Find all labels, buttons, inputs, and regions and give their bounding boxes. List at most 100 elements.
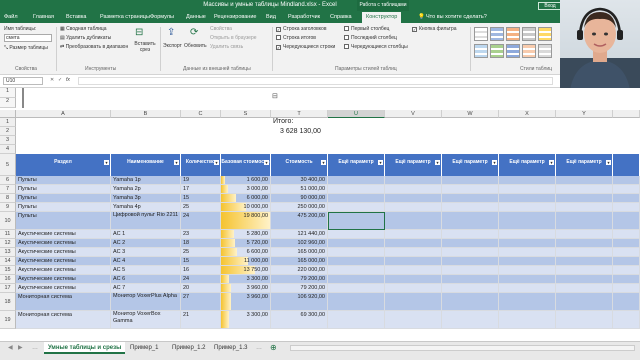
cell-section[interactable]: Пульты [16,185,111,194]
cell-name[interactable]: Цифровой пульт Rio 2211 [111,212,181,230]
cell-param[interactable] [556,194,613,203]
cell-param[interactable] [499,266,556,275]
cell-param[interactable] [385,284,442,293]
header-base-cost[interactable]: Базовая стоимость ▾ [221,154,271,176]
formula-input[interactable] [78,77,553,85]
cell-cost[interactable]: 30 400,00 [271,176,328,185]
cell-name[interactable]: AC 5 [111,266,181,275]
tell-me-icon[interactable]: 💡 [418,14,425,20]
filter-dropdown-icon[interactable]: ▾ [378,160,383,165]
row-header[interactable]: 18 [0,293,16,311]
sheet-tab-smart-tables[interactable]: Умные таблицы и срезы [44,342,126,354]
row-header[interactable]: 3 [0,136,16,145]
cell-name[interactable]: Yamaha 4p [111,203,181,212]
cell-param[interactable] [499,257,556,266]
tab-review[interactable]: Рецензирование [214,14,256,20]
cell-param[interactable] [499,212,556,230]
cell-qty[interactable]: 24 [181,212,221,230]
tell-me-input[interactable]: Что вы хотите сделать? [426,14,487,20]
cell-name[interactable]: AC 7 [111,284,181,293]
cell-param[interactable] [328,266,385,275]
cell-cost[interactable]: 51 000,00 [271,185,328,194]
cell-param[interactable] [613,203,640,212]
table-style-swatch[interactable] [538,44,552,58]
col-header-more[interactable] [613,110,640,118]
more-sheets-icon[interactable]: … [28,342,42,354]
filter-dropdown-icon[interactable]: ▾ [264,160,269,165]
cell-section[interactable]: Акустические системы [16,230,111,239]
filter-dropdown-icon[interactable]: ▾ [104,160,109,165]
cell-base[interactable]: 6 000,00 [221,194,271,203]
cell-param[interactable] [385,230,442,239]
cell-param[interactable] [556,239,613,248]
cell-section[interactable]: Мониторная система [16,311,111,329]
cell-param[interactable] [556,248,613,257]
cell-param[interactable] [556,257,613,266]
add-sheet-icon[interactable]: ⊕ [266,342,281,354]
filter-dropdown-icon[interactable]: ▾ [549,160,554,165]
selected-cell-U10[interactable] [328,212,385,230]
insert-slicer-button[interactable]: Вставить срез [133,41,157,53]
tab-help[interactable]: Справка [330,14,352,20]
cell-cost[interactable]: 90 000,00 [271,194,328,203]
cell-base[interactable]: 19 800,00 [221,212,271,230]
filter-dropdown-icon[interactable]: ▾ [214,160,219,165]
select-all-corner[interactable] [0,110,16,118]
cell-param[interactable] [328,176,385,185]
horizontal-scrollbar[interactable] [290,345,635,351]
row-header[interactable]: 14 [0,257,16,266]
row-header[interactable]: 4 [0,145,16,154]
header-section[interactable]: Раздел ▾ [16,154,111,176]
cell-param[interactable] [556,176,613,185]
header-row-checkbox[interactable]: Строка заголовков [276,26,326,32]
header-name[interactable]: Наименование ▾ [111,154,181,176]
cell-param[interactable] [328,293,385,311]
cell-base[interactable]: 10 000,00 [221,203,271,212]
table-style-swatch[interactable] [522,27,536,41]
row-header[interactable]: 17 [0,284,16,293]
cell-param[interactable] [556,203,613,212]
row-header[interactable]: 9 [0,203,16,212]
cell-param[interactable] [328,239,385,248]
cell-name[interactable]: AC 2 [111,239,181,248]
table-style-swatch[interactable] [490,44,504,58]
cell-param[interactable] [442,185,499,194]
cell-param[interactable] [613,176,640,185]
cell-param[interactable] [442,293,499,311]
row-header[interactable]: 10 [0,212,16,230]
cell-cost[interactable]: 106 920,00 [271,293,328,311]
cell-qty[interactable]: 24 [181,275,221,284]
col-header-Y[interactable]: Y [556,110,613,118]
cell-param[interactable] [442,275,499,284]
cell-param[interactable] [385,194,442,203]
cell-param[interactable] [613,248,640,257]
tab-design[interactable]: Конструктор [362,12,402,23]
cell-param[interactable] [442,176,499,185]
cell-param[interactable] [328,284,385,293]
cell-param[interactable] [499,293,556,311]
cell-param[interactable] [556,311,613,329]
cell-cost[interactable]: 475 200,00 [271,212,328,230]
cell-name[interactable]: Yamaha 3p [111,194,181,203]
table-style-swatch[interactable] [522,44,536,58]
cell-param[interactable] [385,311,442,329]
cell-param[interactable] [499,275,556,284]
tab-page-layout[interactable]: Разметка страницы [100,14,150,20]
cell-param[interactable] [499,284,556,293]
cell-param[interactable] [556,284,613,293]
cell-param[interactable] [613,257,640,266]
col-header-W[interactable]: W [442,110,499,118]
cell-param[interactable] [556,266,613,275]
cell-name[interactable]: AC 1 [111,230,181,239]
cell-name[interactable]: Yamaha 1p [111,176,181,185]
cell-param[interactable] [613,230,640,239]
cell-param[interactable] [499,185,556,194]
cell-param[interactable] [613,185,640,194]
cell-qty[interactable]: 21 [181,311,221,329]
row-header[interactable]: 5 [0,154,16,176]
cell-param[interactable] [385,212,442,230]
cell-name[interactable]: Yamaha 2p [111,185,181,194]
cell-name[interactable]: AC 4 [111,257,181,266]
cell-section[interactable]: Пульты [16,203,111,212]
cell-cost[interactable]: 102 960,00 [271,239,328,248]
